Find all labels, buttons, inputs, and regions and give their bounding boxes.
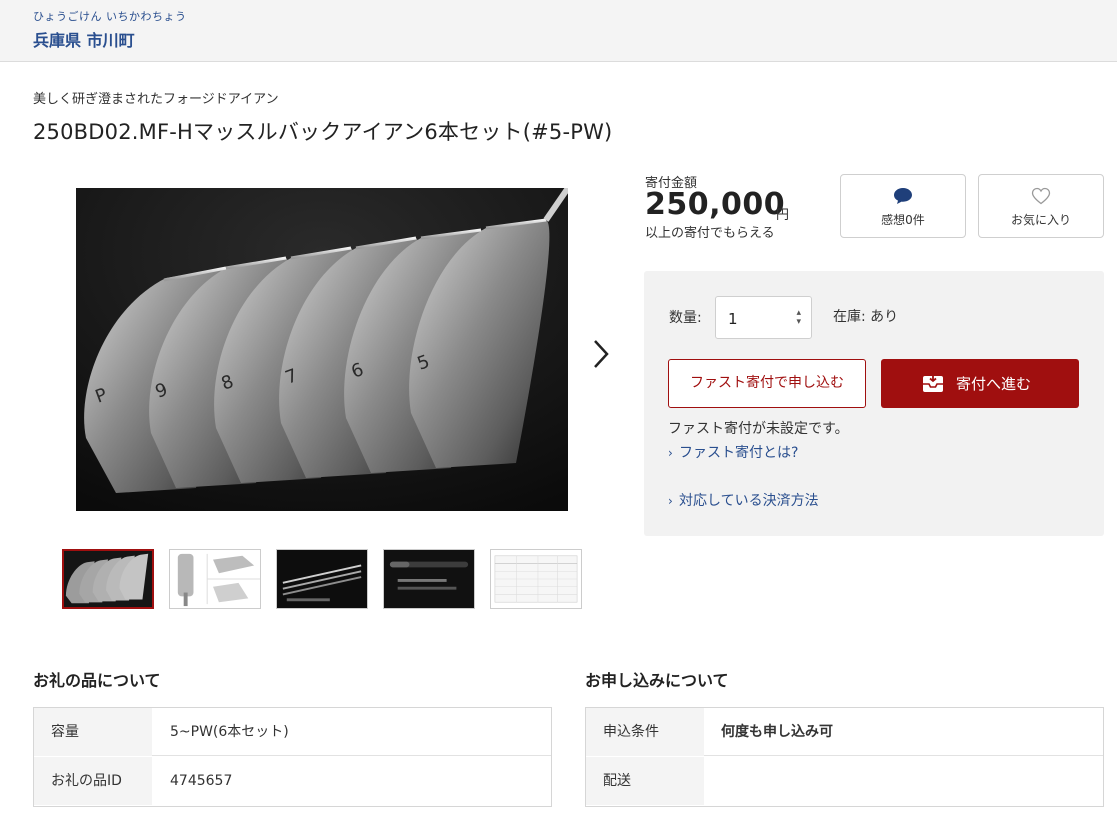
main-product-image: P 9 8 7 6 5 bbox=[76, 188, 568, 511]
gift-info-title: お礼の品について bbox=[33, 671, 161, 690]
thumbnail-3[interactable] bbox=[276, 549, 368, 609]
next-image-button[interactable] bbox=[586, 330, 616, 378]
donate-button-label: 寄付へ進む bbox=[956, 375, 1032, 393]
product-catch-copy: 美しく研ぎ澄まされたフォージドアイアン bbox=[33, 92, 279, 107]
quantity-value: 1 bbox=[728, 310, 738, 328]
row-label: 配送 bbox=[586, 757, 704, 805]
row-label: お礼の品ID bbox=[34, 757, 152, 805]
product-title: 250BD02.MF-Hマッスルバックアイアン6本セット(#5-PW) bbox=[33, 120, 613, 144]
row-label: 申込条件 bbox=[586, 708, 704, 756]
site-header: ひょうごけん いちかわちょう 兵庫県 市川町 bbox=[0, 0, 1117, 62]
quantity-select[interactable]: 1 ▴ ▾ bbox=[715, 296, 812, 339]
table-row: 容量 5~PW(6本セット) bbox=[34, 708, 551, 756]
apply-info-title: お申し込みについて bbox=[585, 671, 729, 690]
row-value: 5~PW(6本セット) bbox=[170, 724, 289, 740]
table-row: 配送 bbox=[586, 757, 1103, 805]
payment-methods-label: 対応している決済方法 bbox=[679, 493, 819, 509]
thumbnail-2[interactable] bbox=[169, 549, 261, 609]
amount-unit: 円 bbox=[776, 208, 790, 223]
donation-amount: 250,000 bbox=[645, 187, 786, 222]
quantity-label: 数量: bbox=[669, 310, 702, 326]
stock-status: 在庫: あり bbox=[833, 309, 899, 325]
table-row: お礼の品ID 4745657 bbox=[34, 757, 551, 805]
row-value: 4745657 bbox=[170, 773, 233, 789]
thumbnail-1[interactable] bbox=[62, 549, 154, 609]
fast-donation-help-label: ファスト寄付とは? bbox=[679, 445, 799, 461]
fast-donation-note: ファスト寄付が未設定です。 bbox=[668, 421, 849, 437]
row-value: 何度も申し込み可 bbox=[721, 724, 833, 740]
table-row: 申込条件 何度も申し込み可 bbox=[586, 708, 1103, 756]
review-label: 感想0件 bbox=[881, 213, 925, 227]
gift-info-table: 容量 5~PW(6本セット) お礼の品ID 4745657 bbox=[33, 707, 552, 807]
municipality-kana: ひょうごけん いちかわちょう bbox=[33, 10, 187, 23]
payment-methods-link[interactable]: › 対応している決済方法 bbox=[668, 490, 819, 510]
donate-button[interactable]: 寄付へ進む bbox=[881, 359, 1079, 408]
speech-bubble-icon bbox=[894, 188, 912, 204]
amount-note: 以上の寄付でもらえる bbox=[645, 226, 775, 241]
heart-icon bbox=[1031, 187, 1051, 205]
thumbnail-4[interactable] bbox=[383, 549, 475, 609]
select-arrows-icon: ▴ ▾ bbox=[796, 308, 801, 327]
chevron-right-icon bbox=[594, 340, 609, 368]
chevron-right-icon: › bbox=[668, 446, 673, 460]
fast-donation-help-link[interactable]: › ファスト寄付とは? bbox=[668, 442, 798, 462]
municipality-link[interactable]: 兵庫県 市川町 bbox=[33, 27, 135, 51]
fast-donation-button[interactable]: ファスト寄付で申し込む bbox=[668, 359, 866, 408]
favorite-label: お気に入り bbox=[1010, 213, 1071, 227]
row-label: 容量 bbox=[34, 708, 152, 756]
review-button[interactable]: 感想0件 bbox=[840, 174, 966, 238]
chevron-right-icon: › bbox=[668, 494, 673, 508]
favorite-button[interactable]: お気に入り bbox=[978, 174, 1104, 238]
inbox-icon bbox=[923, 374, 943, 392]
apply-info-table: 申込条件 何度も申し込み可 配送 bbox=[585, 707, 1104, 807]
thumbnail-5[interactable] bbox=[490, 549, 582, 609]
purchase-panel: 数量: 1 ▴ ▾ 在庫: あり ファスト寄付で申し込む 寄付へ進む ファスト寄付… bbox=[644, 271, 1104, 536]
